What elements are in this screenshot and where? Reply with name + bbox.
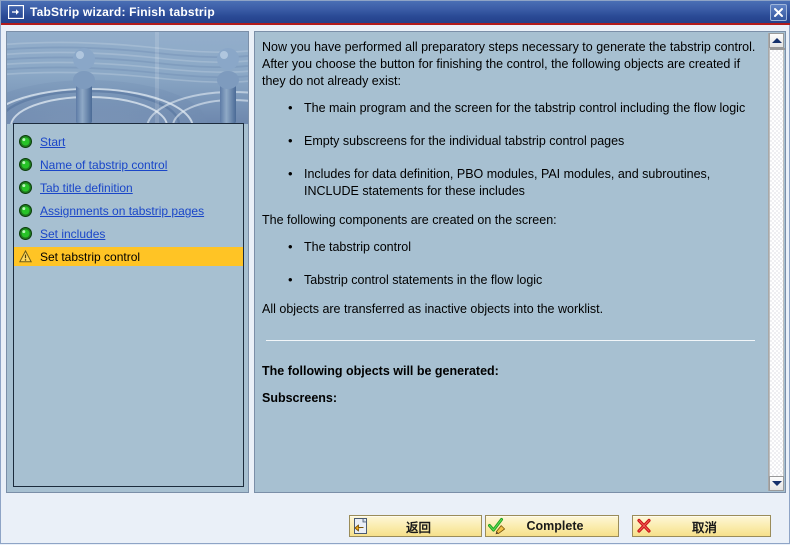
sidebar-item-label[interactable]: Set includes [40,227,105,241]
cancel-button[interactable]: 取消 [632,515,771,537]
list-item: The tabstrip control [288,238,759,256]
back-button[interactable]: 返回 [349,515,482,537]
yellow-warning-triangle-icon [19,250,32,263]
intro-paragraph: Now you have performed all preparatory s… [262,40,756,88]
green-status-circle-icon [19,204,32,217]
sidebar-item-set-tabstrip-control[interactable]: Set tabstrip control [14,247,243,266]
vertical-scrollbar[interactable] [768,33,785,491]
sidebar-item-set-includes[interactable]: Set includes [14,224,243,243]
wizard-window: TabStrip wizard: Finish tabstrip Start N… [0,0,790,544]
sidebar-item-label[interactable]: Start [40,135,65,149]
wizard-step-list: Start Name of tabstrip control Tab title… [13,123,244,487]
scrollbar-thumb[interactable] [770,48,785,50]
green-status-circle-icon [19,227,32,240]
list-item: Tabstrip control statements in the flow … [288,271,759,289]
close-button[interactable] [770,4,787,21]
scroll-up-button[interactable] [769,33,784,48]
title-bar: TabStrip wizard: Finish tabstrip [1,1,790,25]
green-status-circle-icon [19,135,32,148]
water-ripple-banner-image [7,32,248,124]
scroll-down-arrow-icon [771,481,782,486]
sidebar-item-label: Set tabstrip control [40,249,141,264]
scroll-down-button[interactable] [769,476,784,491]
list-item: Includes for data definition, PBO module… [288,165,759,200]
sidebar-item-assignments-on-tabstrip-pages[interactable]: Assignments on tabstrip pages [14,201,243,220]
back-button-label: 返回 [405,520,431,535]
scroll-up-arrow-icon [771,38,782,43]
subscreens-heading: Subscreens: [262,391,338,405]
sidebar-item-label[interactable]: Name of tabstrip control [40,158,167,172]
generated-objects-heading: The following objects will be generated: [262,364,499,378]
created-objects-list: The main program and the screen for the … [262,99,759,200]
section-divider [266,340,755,341]
sidebar-item-tab-title-definition[interactable]: Tab title definition [14,178,243,197]
list-item: The main program and the screen for the … [288,99,759,117]
sidebar-item-start[interactable]: Start [14,132,243,151]
green-check-pencil-icon [488,518,505,535]
back-document-arrow-icon [354,518,367,534]
complete-button[interactable]: Complete [485,515,619,537]
sidebar-item-label[interactable]: Tab title definition [40,181,133,195]
scrollbar-track[interactable] [769,48,785,476]
sidebar-item-name-of-tabstrip-control[interactable]: Name of tabstrip control [14,155,243,174]
green-status-circle-icon [19,181,32,194]
sidebar-item-label[interactable]: Assignments on tabstrip pages [40,204,204,218]
wizard-content-panel: Now you have performed all preparatory s… [254,31,786,493]
footer-button-bar: 返回 Complete 取消 [1,501,790,545]
list-item: Empty subscreens for the individual tabs… [288,132,759,150]
wizard-window-icon [8,5,24,19]
green-status-circle-icon [19,158,32,171]
complete-button-label: Complete [526,519,584,533]
close-icon [774,8,783,17]
screen-components-list: The tabstrip control Tabstrip control st… [262,238,759,289]
window-title: TabStrip wizard: Finish tabstrip [30,5,215,19]
components-heading: The following components are created on … [262,213,557,227]
wizard-sidebar: Start Name of tabstrip control Tab title… [6,31,249,493]
cancel-button-label: 取消 [691,520,717,535]
red-x-icon [637,518,651,533]
worklist-note: All objects are transferred as inactive … [262,302,604,316]
content-scroll-area: Now you have performed all preparatory s… [255,32,769,492]
